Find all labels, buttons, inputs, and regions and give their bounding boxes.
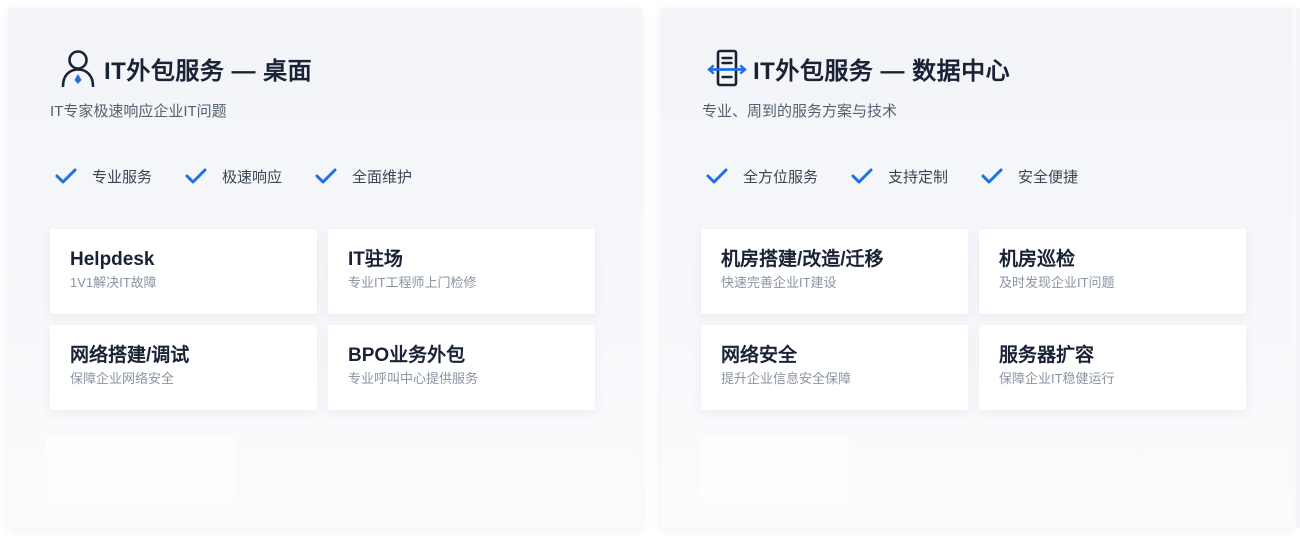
feature-label: 安全便捷 — [1018, 168, 1079, 186]
feature-item: 安全便捷 — [980, 164, 1078, 188]
check-icon — [850, 164, 874, 188]
service-tile-datacenter-inspection[interactable]: 机房巡检 及时发现企业IT问题 — [979, 229, 1246, 314]
feature-label: 全面维护 — [352, 168, 413, 186]
service-title: 机房巡检 — [999, 249, 1076, 270]
service-description: 保障企业IT稳健运行 — [999, 371, 1115, 386]
check-icon — [314, 164, 338, 188]
service-card-desktop: IT外包服务 — 桌面 IT专家极速响应企业IT问题 专业服务 极速响应 全面维… — [8, 8, 641, 528]
feature-item: 支持定制 — [850, 164, 948, 188]
feature-list: 专业服务 极速响应 全面维护 — [54, 164, 444, 188]
service-title: 机房搭建/改造/迁移 — [721, 249, 884, 270]
service-description: 及时发现企业IT问题 — [999, 275, 1115, 290]
check-icon — [54, 164, 78, 188]
service-title: 网络搭建/调试 — [70, 345, 190, 366]
card-title: IT外包服务 — 数据中心 — [753, 57, 1011, 85]
placeholder-block — [46, 438, 236, 498]
service-title: 服务器扩容 — [999, 345, 1095, 366]
service-title: 网络安全 — [721, 345, 798, 366]
feature-item: 全方位服务 — [705, 164, 818, 188]
service-tile-bpo[interactable]: BPO业务外包 专业呼叫中心提供服务 — [328, 325, 595, 410]
check-icon — [705, 164, 729, 188]
service-tile-datacenter-build[interactable]: 机房搭建/改造/迁移 快速完善企业IT建设 — [701, 229, 968, 314]
server-icon — [707, 48, 747, 88]
card-subtitle: 专业、周到的服务方案与技术 — [702, 103, 898, 120]
feature-label: 专业服务 — [92, 168, 153, 186]
service-description: 快速完善企业IT建设 — [721, 275, 837, 290]
card-header: IT外包服务 — 桌面 — [58, 46, 312, 90]
next-card-edge — [1296, 8, 1300, 528]
service-card-datacenter: IT外包服务 — 数据中心 专业、周到的服务方案与技术 全方位服务 支持定制 安… — [661, 8, 1292, 528]
service-description: 提升企业信息安全保障 — [721, 371, 852, 386]
service-tile-it-onsite[interactable]: IT驻场 专业IT工程师上门检修 — [328, 229, 595, 314]
service-description: 专业呼叫中心提供服务 — [348, 371, 479, 386]
feature-list: 全方位服务 支持定制 安全便捷 — [705, 164, 1110, 188]
feature-item: 极速响应 — [184, 164, 282, 188]
placeholder-block — [699, 438, 849, 498]
card-title: IT外包服务 — 桌面 — [104, 57, 313, 85]
card-subtitle: IT专家极速响应企业IT问题 — [50, 103, 227, 120]
service-grid: Helpdesk 1V1解决IT故障 IT驻场 专业IT工程师上门检修 网络搭建… — [50, 229, 595, 410]
service-tile-network-setup[interactable]: 网络搭建/调试 保障企业网络安全 — [50, 325, 317, 410]
service-title: Helpdesk — [70, 249, 155, 270]
service-tile-helpdesk[interactable]: Helpdesk 1V1解决IT故障 — [50, 229, 317, 314]
service-description: 专业IT工程师上门检修 — [348, 275, 477, 290]
check-icon — [184, 164, 208, 188]
service-tile-server-expansion[interactable]: 服务器扩容 保障企业IT稳健运行 — [979, 325, 1246, 410]
feature-label: 支持定制 — [888, 168, 949, 186]
service-tile-network-security[interactable]: 网络安全 提升企业信息安全保障 — [701, 325, 968, 410]
card-header: IT外包服务 — 数据中心 — [707, 46, 1010, 90]
feature-item: 全面维护 — [314, 164, 412, 188]
service-title: IT驻场 — [348, 249, 403, 270]
user-icon — [58, 48, 98, 88]
feature-item: 专业服务 — [54, 164, 152, 188]
check-icon — [980, 164, 1004, 188]
service-description: 1V1解决IT故障 — [70, 275, 157, 290]
feature-label: 极速响应 — [222, 168, 283, 186]
service-description: 保障企业网络安全 — [70, 371, 175, 386]
feature-label: 全方位服务 — [743, 168, 819, 186]
service-grid: 机房搭建/改造/迁移 快速完善企业IT建设 机房巡检 及时发现企业IT问题 网络… — [701, 229, 1246, 410]
service-title: BPO业务外包 — [348, 345, 466, 366]
